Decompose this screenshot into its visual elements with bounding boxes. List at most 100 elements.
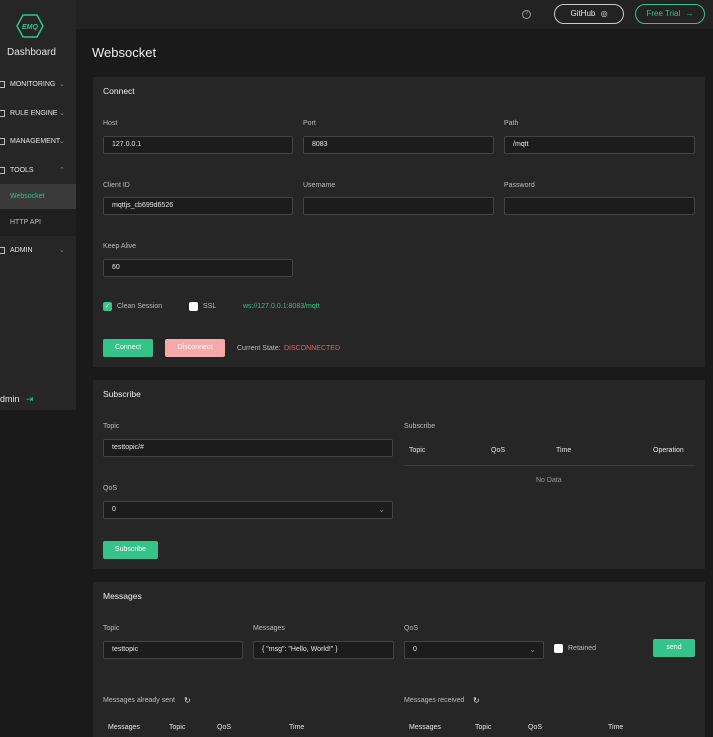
refresh-icon[interactable]: ↻ [184, 696, 191, 705]
nav-management[interactable]: MANAGEMENT ⌄ [0, 131, 76, 153]
sent-col-qos: QoS [217, 724, 232, 731]
nav-label: ADMIN [10, 247, 33, 254]
messages-panel: Messages Topic testtopic Messages { "msg… [93, 582, 705, 737]
sub-qos-select[interactable]: 0 ⌄ [103, 501, 393, 519]
nav-label: MONITORING [10, 81, 56, 88]
nav-admin[interactable]: ADMIN ⌄ [0, 240, 76, 262]
recv-col-time: Time [608, 724, 624, 731]
nav-label: MANAGEMENT [10, 138, 61, 145]
path-label: Path [504, 120, 519, 127]
msg-topic-label: Topic [103, 625, 120, 632]
nav-label: TOOLS [10, 167, 34, 174]
nav-label: RULE ENGINE [10, 110, 58, 117]
subscribe-panel: Subscribe Topic testtopic/# QoS 0 ⌄ Subs… [93, 380, 705, 569]
password-input[interactable] [504, 197, 695, 215]
page-title: Websocket [92, 45, 157, 60]
github-button[interactable]: GitHub ◎ [554, 4, 624, 24]
recv-col-messages: Messages [409, 724, 441, 731]
chevron-up-icon: ⌃ [59, 167, 65, 174]
nav-rule-engine[interactable]: RULE ENGINE ⌄ [0, 103, 76, 125]
connect-button[interactable]: Connect [103, 339, 153, 357]
help-icon[interactable]: ? [522, 10, 531, 19]
github-icon: ◎ [600, 9, 608, 18]
keepalive-input[interactable]: 60 [103, 259, 293, 277]
msg-qos-value: 0 [413, 646, 417, 653]
client-id-input[interactable]: mqttjs_cb699d6526 [103, 197, 293, 215]
recv-col-qos: QoS [528, 724, 543, 731]
msg-topic-input[interactable]: testtopic [103, 641, 243, 659]
messages-title: Messages [103, 591, 142, 601]
msg-qos-select[interactable]: 0 ⌄ [404, 641, 544, 659]
ssl-checkbox[interactable] [189, 302, 198, 311]
msg-body-label: Messages [253, 625, 285, 632]
table-divider [404, 465, 695, 466]
disconnect-button[interactable]: Disconnect [165, 339, 225, 357]
sub-item-websocket[interactable]: Websocket [0, 184, 76, 209]
tools-submenu: Websocket HTTP API [0, 184, 76, 236]
sub-qos-label: QoS [103, 485, 118, 492]
msg-qos-label: QoS [404, 625, 419, 632]
rule-engine-icon [0, 110, 5, 117]
chevron-down-icon: ⌄ [59, 81, 65, 88]
subscribe-title: Subscribe [103, 389, 141, 399]
sub-qos-value: 0 [112, 506, 116, 513]
col-operation: Operation [653, 447, 684, 454]
sidebar: EMQ Dashboard MONITORING ⌄ RULE ENGINE ⌄… [0, 0, 76, 410]
sub-table-title: Subscribe [404, 423, 436, 430]
client-id-label: Client ID [103, 182, 130, 189]
state-value: DISCONNECTED [284, 345, 341, 352]
chevron-down-icon: ⌄ [529, 645, 536, 654]
sub-topic-label: Topic [103, 423, 120, 430]
ssl-label: SSL [203, 303, 217, 310]
sub-item-http-api[interactable]: HTTP API [0, 210, 76, 235]
port-label: Port [303, 120, 316, 127]
username: dmin [0, 394, 20, 404]
recv-col-topic: Topic [475, 724, 492, 731]
refresh-icon[interactable]: ↻ [473, 696, 480, 705]
col-qos: QoS [491, 447, 506, 454]
logout-icon[interactable]: ⇥ [26, 394, 34, 405]
connect-panel: Connect Host 127.0.0.1 Port 8083 Path /m… [93, 77, 705, 367]
sub-topic-input[interactable]: testtopic/# [103, 439, 393, 457]
msg-body-input[interactable]: { "msg": "Hello, World!" } [253, 641, 394, 659]
arrow-right-icon: → [685, 9, 694, 18]
sent-title: Messages already sent [103, 697, 175, 704]
free-trial-label: Free Trial [646, 9, 681, 18]
no-data-text: No Data [536, 477, 562, 484]
tools-icon [0, 167, 5, 174]
brand-title: Dashboard [7, 47, 56, 58]
username-label: Username [303, 182, 336, 189]
col-topic: Topic [409, 447, 426, 454]
host-label: Host [103, 120, 118, 127]
top-bar: ? GitHub ◎ Free Trial → [76, 0, 713, 29]
password-label: Password [504, 182, 535, 189]
chevron-down-icon: ⌄ [59, 247, 65, 254]
connect-title: Connect [103, 86, 135, 96]
nav-tools[interactable]: TOOLS ⌃ [0, 160, 76, 182]
state-label: Current State: [237, 345, 281, 352]
monitoring-icon [0, 81, 5, 88]
clean-session-label: Clean Session [117, 303, 163, 310]
username-input[interactable] [303, 197, 494, 215]
send-button[interactable]: send [653, 639, 695, 657]
chevron-down-icon: ⌄ [59, 110, 65, 117]
nav-monitoring[interactable]: MONITORING ⌄ [0, 74, 76, 96]
col-time: Time [556, 447, 572, 454]
logo-text: EMQ [22, 24, 39, 31]
free-trial-button[interactable]: Free Trial → [635, 4, 705, 24]
chevron-down-icon: ⌄ [378, 505, 385, 514]
emq-logo[interactable]: EMQ [16, 14, 44, 38]
sent-col-topic: Topic [169, 724, 186, 731]
retained-checkbox[interactable] [554, 644, 563, 653]
sent-col-time: Time [289, 724, 305, 731]
clean-session-checkbox[interactable]: ✓ [103, 302, 112, 311]
path-input[interactable]: /mqtt [504, 136, 695, 154]
retained-label: Retained [568, 645, 597, 652]
management-icon [0, 138, 5, 145]
github-label: GitHub [570, 9, 596, 18]
port-input[interactable]: 8083 [303, 136, 494, 154]
host-input[interactable]: 127.0.0.1 [103, 136, 293, 154]
received-title: Messages received [404, 697, 465, 704]
chevron-down-icon: ⌄ [59, 138, 65, 145]
subscribe-button[interactable]: Subscribe [103, 541, 158, 559]
